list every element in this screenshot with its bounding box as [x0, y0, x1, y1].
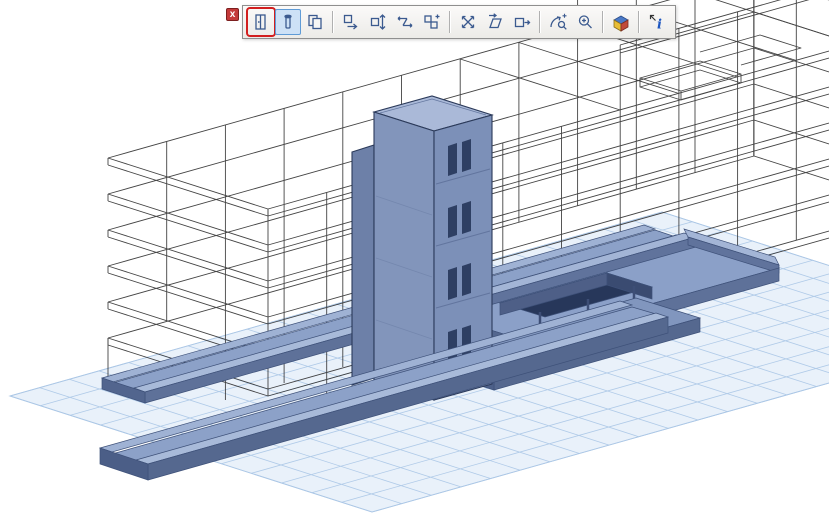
tool-skew-button[interactable] — [482, 9, 508, 35]
tool-offset-button[interactable] — [509, 9, 535, 35]
tool-view-3d-button[interactable] — [608, 9, 634, 35]
tool-rotate-zoom-button[interactable] — [545, 9, 571, 35]
tool-elevate-button[interactable] — [365, 9, 391, 35]
tool-column-button[interactable] — [275, 9, 301, 35]
box-edit-icon — [251, 12, 271, 32]
multiply-icon — [422, 12, 442, 32]
toolbar-separator — [539, 11, 541, 33]
tool-move-node-button[interactable] — [455, 9, 481, 35]
skew-icon — [485, 12, 505, 32]
view-3d-icon — [611, 12, 631, 32]
column-icon — [278, 12, 298, 32]
toolbar-body: i — [242, 5, 676, 39]
tool-drag-button[interactable] — [338, 9, 364, 35]
toolbar-separator — [332, 11, 334, 33]
zoom-in-icon — [575, 12, 595, 32]
info-icon: i — [647, 12, 667, 32]
rotate-zoom-icon — [548, 12, 568, 32]
toolbar-separator — [638, 11, 640, 33]
model-3d-viewport[interactable] — [0, 0, 829, 519]
copy-icon — [305, 12, 325, 32]
tool-info-button[interactable]: i — [644, 9, 670, 35]
tower-side-fin — [352, 145, 374, 385]
wireframe-roof-parapets — [640, 35, 801, 100]
tool-copy-button[interactable] — [302, 9, 328, 35]
stretch-icon — [395, 12, 415, 32]
tool-zoom-in-button[interactable] — [572, 9, 598, 35]
close-button[interactable]: x — [226, 8, 239, 21]
tool-multiply-button[interactable] — [419, 9, 445, 35]
move-node-icon — [458, 12, 478, 32]
svg-text:i: i — [657, 18, 662, 33]
tool-box-edit-button[interactable] — [248, 9, 274, 35]
edit-elements-toolbar: x — [226, 5, 676, 39]
toolbar-separator — [602, 11, 604, 33]
toolbar-separator — [449, 11, 451, 33]
elevate-icon — [368, 12, 388, 32]
drag-icon — [341, 12, 361, 32]
offset-icon — [512, 12, 532, 32]
tool-stretch-button[interactable] — [392, 9, 418, 35]
